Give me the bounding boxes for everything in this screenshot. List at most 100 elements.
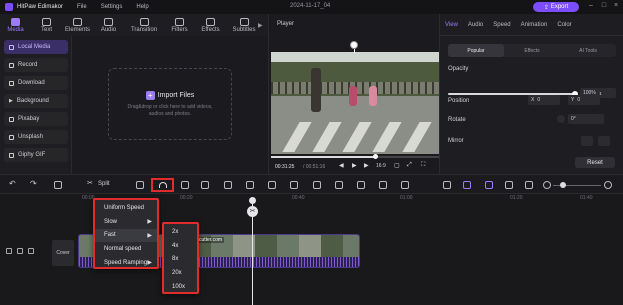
expand-icon[interactable]: ⛶ [421,162,425,169]
menu-item-speed-ramping[interactable]: Speed Ramping ▶ [95,256,157,270]
position-y-input[interactable]: Y 0 [568,95,600,105]
sidebar-item-background[interactable]: ▶ Background [4,94,68,108]
playhead[interactable] [252,202,253,305]
export-icon: ⇪ [543,4,549,11]
close-icon[interactable]: × [612,2,620,11]
minimize-icon[interactable]: – [587,2,595,11]
tab-subtitles[interactable]: Subtitles [226,14,262,36]
menu-item-normal-speed[interactable]: Normal speed [95,242,157,256]
opacity-label: Opacity [448,66,469,72]
freeze-frame-icon[interactable] [201,181,209,189]
sidebar-item-local-media[interactable]: Local Media [4,40,68,54]
speed-option-2x[interactable]: 2x [164,225,197,239]
tab-effects-label: Effects [201,26,220,33]
flip-vertical-icon[interactable] [598,136,610,146]
speed-option-20x[interactable]: 20x [164,266,197,280]
tab-speed[interactable]: Speed [488,22,515,28]
position-x-input[interactable]: X 0 [528,95,560,105]
tab-elements[interactable]: Elements [62,14,93,36]
aspect-ratio-select[interactable]: 16:9 [376,163,386,169]
import-dropzone[interactable]: + Import Files Drag&drop or click here t… [108,68,232,140]
menu-settings[interactable]: Settings [101,4,123,10]
zoom-slider-knob[interactable] [560,182,566,188]
sidebar-item-unsplash[interactable]: Unsplash [4,130,68,144]
loop-icon[interactable] [181,181,189,189]
rotate-icon[interactable] [290,181,298,189]
speed-button[interactable] [151,178,174,192]
subtitle-icon[interactable] [379,181,387,189]
scissors-icon[interactable]: ✂ [247,206,258,217]
mask-icon[interactable] [224,181,232,189]
track-mute-icon[interactable] [28,248,34,254]
subtab-effects[interactable]: Effects [504,44,560,57]
subtab-popular[interactable]: Popular [448,44,504,57]
split-icon[interactable]: ✂ [87,179,95,187]
marker-icon[interactable] [401,181,409,189]
mirror-icon[interactable] [313,181,321,189]
menu-item-uniform-speed[interactable]: Uniform Speed [95,201,157,215]
tab-media[interactable]: Media [0,14,31,36]
split-label[interactable]: Split [98,181,110,187]
rotate-dial-icon[interactable] [557,115,565,123]
snap-icon[interactable] [463,181,471,189]
sidebar-item-giphy[interactable]: Giphy GIF [4,148,68,162]
track-lock-icon[interactable] [6,248,12,254]
cover-button[interactable]: Cover [52,240,74,266]
undo-icon[interactable]: ↶ [9,179,17,188]
menu-item-slow[interactable]: Slow ▶ [95,215,157,229]
tab-color[interactable]: Color [552,22,576,28]
tab-animation[interactable]: Animation [516,22,553,28]
menu-item-label: Uniform Speed [104,204,145,211]
fullscreen-icon[interactable]: ⤢ [407,162,412,169]
speed-option-100x[interactable]: 100x [164,280,197,294]
video-preview[interactable] [271,52,439,154]
sidebar-item-label: Record [18,62,38,68]
seekbar-knob[interactable] [373,154,378,159]
sidebar-item-download[interactable]: Download [4,76,68,90]
tab-audio-props[interactable]: Audio [463,22,488,28]
speed-option-4x[interactable]: 4x [164,239,197,253]
redo-icon[interactable]: ↷ [30,179,38,188]
track-visibility-icon[interactable] [17,248,23,254]
menu-item-fast[interactable]: Fast ▶ [95,228,157,243]
tab-view[interactable]: View [440,22,463,28]
link-icon[interactable] [485,181,493,189]
menu-help[interactable]: Help [136,4,148,10]
snapshot-icon[interactable]: ▢ [394,162,400,169]
volume-icon[interactable] [357,181,365,189]
microphone-icon[interactable] [443,181,451,189]
reverse-icon[interactable] [268,181,276,189]
import-files-button[interactable]: + Import Files [145,90,194,100]
flip-horizontal-icon[interactable] [581,136,593,146]
maximize-icon[interactable]: □ [600,2,608,11]
tab-effects[interactable]: Effects [195,14,226,36]
tab-filters[interactable]: Filters [164,14,195,36]
sidebar-item-record[interactable]: Record [4,58,68,72]
seekbar-progress [271,156,375,158]
fit-icon[interactable] [525,181,533,189]
tab-audio[interactable]: Audio [93,14,124,36]
speed-option-8x[interactable]: 8x [164,253,197,267]
sidebar-item-pixabay[interactable]: Pixabay [4,112,68,126]
menu-file[interactable]: File [77,4,87,10]
export-button[interactable]: ⇪ Export [533,2,579,12]
ai-tools-icon[interactable] [335,181,343,189]
zoom-out-icon[interactable] [543,181,551,189]
tab-transition[interactable]: Transition [124,14,164,36]
previous-frame-icon[interactable]: ◀ [339,162,344,169]
delete-icon[interactable] [54,181,62,189]
play-icon[interactable]: ▶ [352,162,357,169]
chain-icon[interactable] [505,181,513,189]
subtab-ai-tools[interactable]: AI Tools [560,44,616,57]
rotate-input[interactable]: 0° [568,114,604,124]
player-seekbar[interactable] [271,154,439,159]
playhead-handle[interactable] [249,197,256,204]
rotate-handle[interactable] [350,41,358,49]
next-frame-icon[interactable]: ▶ [364,162,369,169]
mosaic-icon[interactable] [246,181,254,189]
zoom-in-icon[interactable] [604,181,612,189]
tab-text[interactable]: Text [31,14,62,36]
crop-icon[interactable] [136,181,144,189]
reset-button[interactable]: Reset [575,157,615,168]
chevron-right-icon[interactable]: ▶ [258,22,263,29]
